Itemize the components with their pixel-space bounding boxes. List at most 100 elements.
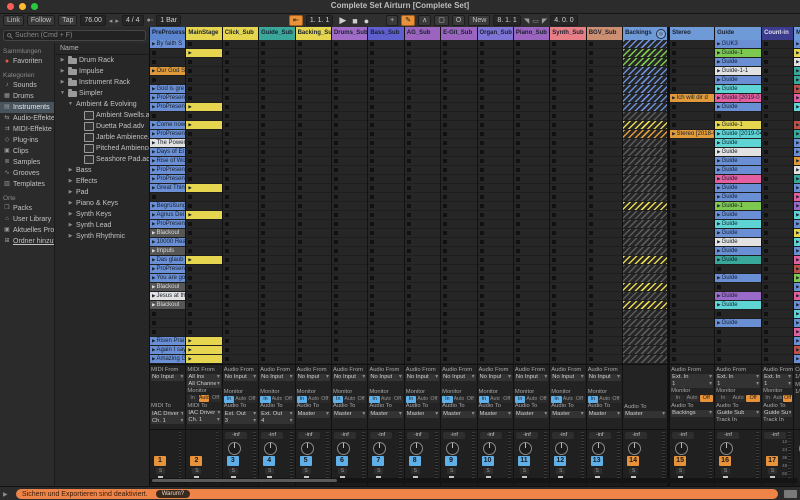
clip-stop-icon[interactable] [480, 276, 484, 280]
clip-stop-icon[interactable] [589, 267, 593, 271]
clip-slot[interactable] [514, 175, 549, 183]
monitor-auto-button[interactable]: Auto [381, 396, 391, 403]
clip-slot[interactable] [296, 220, 331, 228]
clip-stop-icon[interactable] [672, 258, 676, 262]
clip-stop-icon[interactable] [225, 303, 229, 307]
name-column-header[interactable]: Name [55, 43, 149, 55]
clip-slot[interactable] [368, 130, 403, 138]
clip-slot[interactable] [368, 346, 403, 354]
clip-slot[interactable] [587, 247, 622, 255]
clip-slot[interactable] [259, 265, 294, 273]
clip-launch-icon[interactable]: ▶ [188, 49, 191, 57]
scene-slot[interactable]: ▶C3 Guid [794, 202, 800, 210]
clip-stop-icon[interactable] [717, 339, 721, 343]
clip-slot[interactable] [441, 58, 476, 66]
clip-stop-icon[interactable] [764, 141, 768, 145]
clip-stop-icon[interactable] [334, 312, 338, 316]
clip-stop-icon[interactable] [516, 60, 520, 64]
track-header-bgv-sub[interactable]: BGV_Sub [587, 27, 622, 40]
clip-stop-icon[interactable] [552, 105, 556, 109]
routing-select[interactable]: Backings▾ [671, 410, 713, 417]
scene-slot[interactable]: ▶The [794, 139, 800, 147]
clip-stop-icon[interactable] [552, 240, 556, 244]
clip-stop-icon[interactable] [480, 69, 484, 73]
loop-start-field[interactable]: 8. 1. 1 [493, 15, 520, 26]
clip-launch-icon[interactable]: ▶ [152, 346, 155, 354]
routing-select[interactable]: Master▾ [479, 411, 512, 418]
routing-select[interactable]: Ext. Out▾ [224, 411, 257, 418]
clip-slot[interactable] [441, 157, 476, 165]
scene-slot[interactable]: ▶ [794, 328, 800, 336]
monitor-auto-button[interactable]: Auto [272, 396, 282, 403]
clip-slot[interactable] [259, 274, 294, 282]
clip-stop-icon[interactable] [589, 42, 593, 46]
clip-slot[interactable] [478, 238, 513, 246]
clip-stop-icon[interactable] [589, 330, 593, 334]
group-slot[interactable] [623, 229, 667, 237]
scene-slot[interactable]: ▶ [794, 301, 800, 309]
clip-stop-icon[interactable] [516, 114, 520, 118]
clip-stop-icon[interactable] [370, 303, 374, 307]
clip-stop-icon[interactable] [516, 69, 520, 73]
group-slot[interactable] [623, 301, 667, 309]
track-header-master[interactable]: Master [794, 27, 800, 40]
clip-launch-icon[interactable]: ▶ [717, 148, 720, 156]
clip-stop-icon[interactable] [443, 303, 447, 307]
solo-button[interactable]: S [338, 468, 347, 474]
clip-slot[interactable] [150, 112, 185, 120]
clip-stop-icon[interactable] [261, 294, 265, 298]
clip-stop-icon[interactable] [225, 141, 229, 145]
clip-launch-icon[interactable]: ▶ [188, 355, 191, 363]
clip-slot[interactable] [514, 211, 549, 219]
monitor-in-button[interactable]: In [588, 396, 598, 403]
clip-stop-icon[interactable] [370, 222, 374, 226]
clip-slot[interactable] [296, 139, 331, 147]
clip-launch-icon[interactable]: ▶ [717, 85, 720, 93]
monitor-auto-button[interactable]: Auto [773, 395, 782, 402]
sidebar-item-sounds[interactable]: ♪Sounds [0, 80, 54, 91]
expand-arrow-icon[interactable]: ▶ [67, 231, 74, 242]
clip-slot[interactable] [762, 94, 793, 102]
clip-slot[interactable] [405, 283, 440, 291]
clip-slot[interactable] [223, 355, 258, 363]
track-activator[interactable]: 12 [554, 456, 566, 466]
clip-launch-icon[interactable]: ▶ [796, 229, 799, 237]
clip-slot[interactable] [478, 346, 513, 354]
clip-stop-icon[interactable] [516, 141, 520, 145]
clip[interactable]: ▶Blackout [150, 283, 185, 291]
clip-slot[interactable] [368, 139, 403, 147]
clip-launch-icon[interactable]: ▶ [717, 193, 720, 201]
clip-stop-icon[interactable] [188, 231, 192, 235]
clip-stop-icon[interactable] [516, 240, 520, 244]
clip-stop-icon[interactable] [334, 222, 338, 226]
clip-stop-icon[interactable] [552, 177, 556, 181]
clip-stop-icon[interactable] [764, 249, 768, 253]
clip-slot[interactable] [441, 310, 476, 318]
clip-slot[interactable] [296, 49, 331, 57]
clip-stop-icon[interactable] [261, 249, 265, 253]
clip-slot[interactable] [223, 337, 258, 345]
clip-slot[interactable] [405, 85, 440, 93]
clip-slot[interactable] [514, 67, 549, 75]
clip-stop-icon[interactable] [589, 168, 593, 172]
clip-stop-icon[interactable] [672, 195, 676, 199]
clip[interactable]: ▶Guide [715, 157, 761, 165]
clip-slot[interactable] [441, 130, 476, 138]
clip-slot[interactable] [587, 238, 622, 246]
clip-stop-icon[interactable] [552, 321, 556, 325]
clip-slot[interactable] [550, 148, 585, 156]
sidebar-item-aktuelles-proje[interactable]: ▣Aktuelles Proje [0, 225, 54, 236]
clip-stop-icon[interactable] [589, 204, 593, 208]
clip-stop-icon[interactable] [443, 267, 447, 271]
clip-stop-icon[interactable] [188, 204, 192, 208]
clip-stop-icon[interactable] [552, 222, 556, 226]
clip-stop-icon[interactable] [334, 249, 338, 253]
clip[interactable]: ▶Guide [715, 103, 761, 111]
monitor-off-button[interactable]: Off [320, 396, 330, 403]
clip-stop-icon[interactable] [225, 159, 229, 163]
clip-slot[interactable] [514, 301, 549, 309]
tree-item-duetta-pad-adv[interactable]: Duetta Pad.adv [55, 121, 149, 132]
clip-stop-icon[interactable] [552, 204, 556, 208]
clip-stop-icon[interactable] [225, 348, 229, 352]
group-slot[interactable] [623, 121, 667, 129]
